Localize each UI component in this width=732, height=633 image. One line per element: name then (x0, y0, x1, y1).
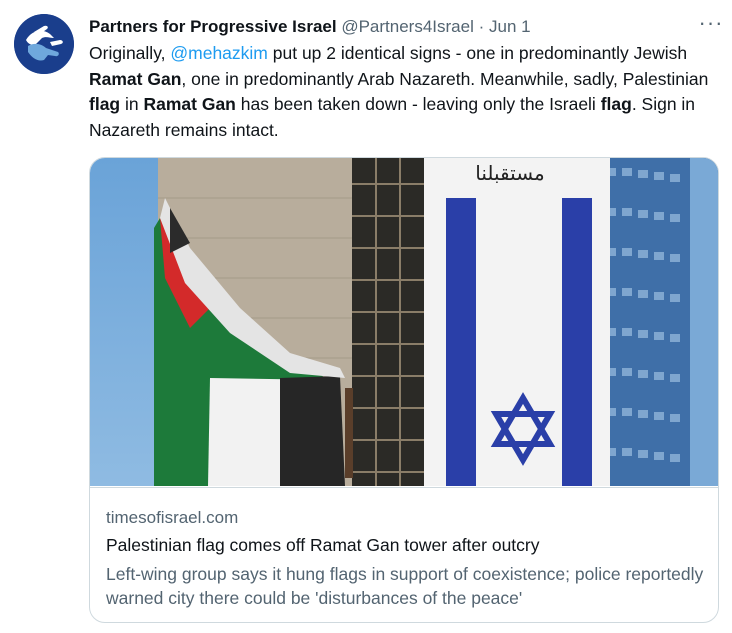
author-handle[interactable]: @Partners4Israel (341, 17, 474, 36)
bold-term: Ramat Gan (89, 68, 182, 89)
bold-term: flag (600, 94, 632, 114)
text-segment: has been taken down - leaving only the I… (235, 94, 601, 114)
card-domain: timesofisrael.com (106, 508, 239, 527)
card-description: Left-wing group says it hung flags in su… (106, 564, 704, 608)
banner-arabic-text: مستقبلنا (475, 161, 545, 185)
worker-figure (345, 388, 353, 478)
tweet-date[interactable]: Jun 1 (489, 17, 531, 36)
more-options-icon[interactable]: ··· (696, 12, 726, 38)
mention-link[interactable]: @mehazkim (170, 43, 268, 63)
author-name[interactable]: Partners for Progressive Israel (89, 17, 337, 36)
text-segment: in (120, 94, 144, 114)
card-meta[interactable]: timesofisrael.com Palestinian flag comes… (90, 487, 718, 622)
text-segment: Originally, (89, 43, 171, 63)
text-segment: put up 2 identical signs - one in predom… (267, 43, 688, 63)
hands-logo-icon (14, 14, 74, 74)
flag-stripe-left (446, 198, 476, 486)
separator: · (478, 17, 485, 36)
text-segment: , one in predominantly Arab Nazareth. Me… (181, 68, 709, 89)
palestinian-flag-black (280, 376, 345, 486)
flag-stripe-right (562, 198, 592, 486)
sky-edge (690, 158, 718, 486)
link-card[interactable]: مستقبلنا timesofisrael.com Palestinian f… (89, 157, 719, 623)
window-column (352, 158, 424, 486)
bold-term: Ramat Gan (143, 94, 236, 114)
avatar[interactable] (14, 14, 74, 74)
tweet-header: Partners for Progressive Israel @Partner… (89, 16, 531, 38)
tweet-text: Originally, @mehazkim put up 2 identical… (89, 41, 719, 143)
bold-term: flag (89, 94, 121, 114)
tweet[interactable]: Partners for Progressive Israel @Partner… (0, 0, 732, 633)
card-image[interactable]: مستقبلنا (90, 158, 719, 486)
card-title[interactable]: Palestinian flag comes off Ramat Gan tow… (106, 535, 540, 556)
